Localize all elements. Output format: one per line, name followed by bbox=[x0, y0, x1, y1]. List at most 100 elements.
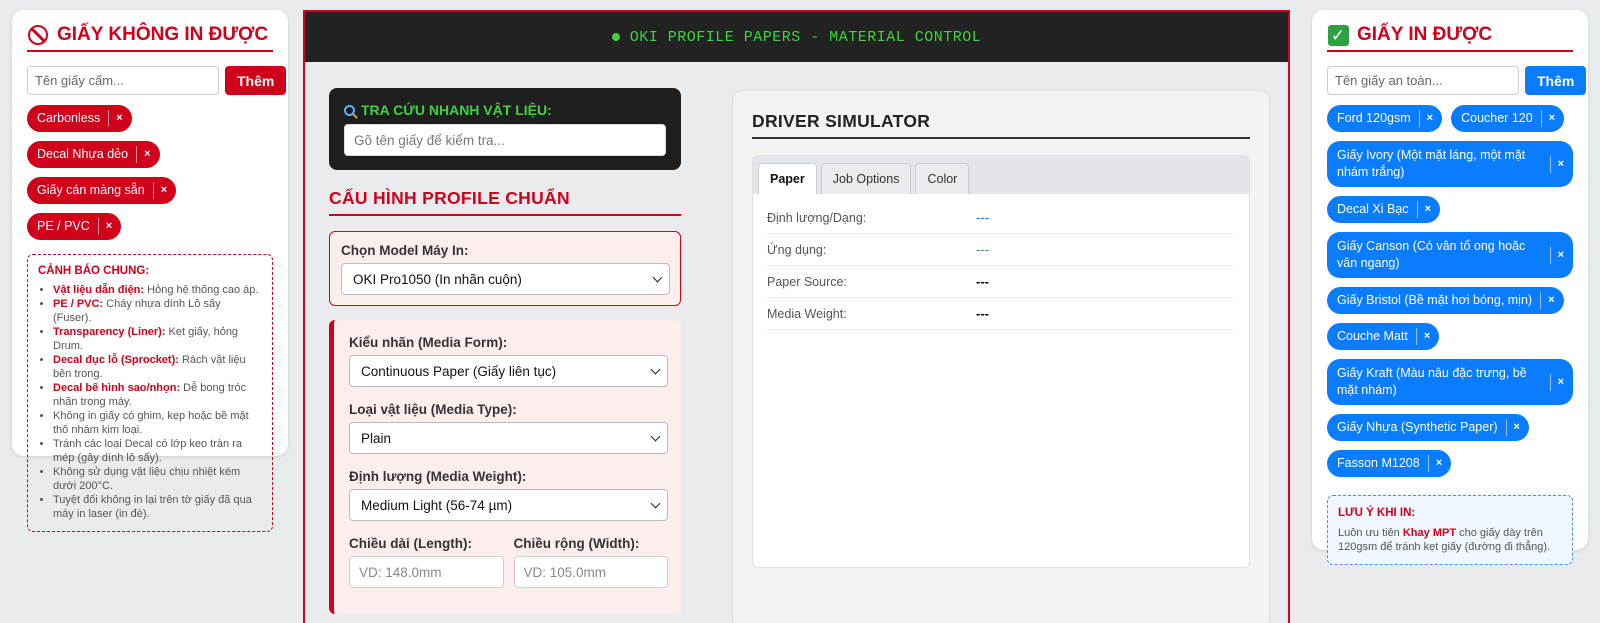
note-title: LƯU Ý KHI IN: bbox=[1338, 507, 1416, 519]
warning-list: Vật liệu dẫn điện: Hỏng hệ thống cao áp.… bbox=[38, 283, 262, 521]
allowed-papers-panel: ✓ GIẤY IN ĐƯỢC Thêm Ford 120gsm× Coucher… bbox=[1312, 10, 1588, 565]
chip-remove-icon[interactable]: × bbox=[97, 218, 112, 235]
warning-item: PE / PVC: Cháy nhựa dính Lô sấy (Fuser). bbox=[53, 297, 262, 325]
chevron-down-icon bbox=[650, 364, 661, 374]
chip-remove-icon[interactable]: × bbox=[152, 182, 167, 199]
warning-item: Tránh các loại Decal có lớp keo tràn ra … bbox=[53, 437, 262, 465]
chip-remove-icon[interactable]: × bbox=[1415, 328, 1430, 345]
row-value: --- bbox=[976, 306, 989, 321]
warning-item: Tuyệt đối không in lại trên tờ giấy đã q… bbox=[53, 493, 262, 521]
header-title: OKI PROFILE PAPERS - MATERIAL CONTROL bbox=[629, 28, 982, 46]
model-select[interactable]: OKI Pro1050 (In nhãn cuộn) bbox=[341, 263, 670, 295]
general-warning-box: CẢNH BÁO CHUNG: Vật liệu dẫn điện: Hỏng … bbox=[27, 254, 273, 532]
forbidden-chip: Giấy cán màng sẵn × bbox=[27, 177, 177, 204]
chip-remove-icon[interactable]: × bbox=[1540, 292, 1555, 309]
allowed-chip: Couche Matt × bbox=[1327, 323, 1440, 350]
warning-item: Không in giấy có ghim, kẹp hoặc bề mặt t… bbox=[53, 409, 262, 437]
allowed-paper-input[interactable] bbox=[1327, 66, 1519, 95]
prohibited-icon bbox=[27, 24, 49, 46]
chip-remove-icon[interactable]: × bbox=[1427, 455, 1442, 472]
chip-remove-icon[interactable]: × bbox=[1418, 110, 1433, 127]
allowed-chip-list: Ford 120gsm × Coucher 120 × Giấy Ivory (Mộ… bbox=[1327, 105, 1573, 477]
chip-remove-icon[interactable]: × bbox=[1416, 201, 1431, 218]
row-key: Định lượng/Dạng: bbox=[767, 210, 867, 225]
media-form-label: Kiểu nhãn (Media Form): bbox=[349, 335, 508, 350]
chip-remove-icon[interactable]: × bbox=[136, 146, 151, 163]
row-key: Paper Source: bbox=[767, 274, 847, 289]
printer-model-box: Chọn Model Máy In: OKI Pro1050 (In nhãn … bbox=[329, 231, 681, 306]
width-group: Chiều rộng (Width): bbox=[513, 536, 668, 588]
warning-item: Transparency (Liner): Kẹt giấy, hỏng Dru… bbox=[53, 325, 262, 353]
allowed-chip: Decal Xi Bạc × bbox=[1327, 196, 1440, 223]
allowed-add-button[interactable]: Thêm bbox=[1525, 66, 1587, 95]
media-weight-group: Định lượng (Media Weight): Medium Light … bbox=[349, 469, 668, 521]
model-label: Chọn Model Máy In: bbox=[341, 243, 469, 258]
width-input[interactable] bbox=[513, 556, 668, 588]
row-value: --- bbox=[976, 274, 989, 289]
length-input[interactable] bbox=[349, 556, 504, 588]
chevron-down-icon bbox=[650, 431, 661, 441]
tab-color[interactable]: Color bbox=[915, 163, 970, 194]
allowed-chip: Giấy Ivory (Một mặt láng, một mặt nhám t… bbox=[1327, 141, 1573, 187]
media-weight-select[interactable]: Medium Light (56-74 µm) bbox=[349, 489, 668, 521]
status-dot-icon bbox=[611, 33, 620, 41]
media-type-select[interactable]: Plain bbox=[349, 422, 668, 454]
quick-search-label: TRA CỨU NHANH VẬT LIỆU: bbox=[344, 102, 666, 118]
allowed-chip: Giấy Canson (Có vân tổ ong hoặc vân ngan… bbox=[1327, 232, 1573, 278]
driver-row: Paper Source: --- bbox=[767, 266, 1235, 298]
media-type-group: Loại vật liệu (Media Type): Plain bbox=[349, 402, 668, 454]
chip-remove-icon[interactable]: × bbox=[1549, 155, 1564, 173]
width-label: Chiều rộng (Width): bbox=[513, 536, 640, 551]
forbidden-add-row: Thêm bbox=[27, 66, 287, 95]
chevron-down-icon bbox=[652, 272, 663, 282]
quick-search-input[interactable] bbox=[344, 124, 666, 156]
row-key: Media Weight: bbox=[767, 306, 847, 321]
chevron-down-icon bbox=[650, 498, 661, 508]
chip-remove-icon[interactable]: × bbox=[108, 110, 123, 127]
chip-remove-icon[interactable]: × bbox=[1549, 373, 1564, 391]
driver-simulator-title: DRIVER SIMULATOR bbox=[752, 111, 1250, 139]
row-key: Ứng dụng: bbox=[767, 242, 827, 257]
allowed-chip: Giấy Bristol (Bề mặt hơi bóng, mịn) × bbox=[1327, 287, 1564, 314]
warning-item: Không sử dụng vật liệu chịu nhiệt kém dư… bbox=[53, 465, 262, 493]
forbidden-papers-panel: GIẤY KHÔNG IN ĐƯỢC Thêm Carbonless× Deca… bbox=[12, 10, 288, 532]
row-value: --- bbox=[976, 210, 989, 225]
chip-remove-icon[interactable]: × bbox=[1540, 110, 1555, 127]
profile-column: TRA CỨU NHANH VẬT LIỆU: CẤU HÌNH PROFILE… bbox=[329, 88, 681, 614]
forbidden-paper-input[interactable] bbox=[27, 66, 219, 95]
media-form-select[interactable]: Continuous Paper (Giấy liên tục) bbox=[349, 355, 668, 387]
chip-remove-icon[interactable]: × bbox=[1549, 246, 1564, 264]
driver-row: Định lượng/Dạng: --- bbox=[767, 202, 1235, 234]
media-form-group: Kiểu nhãn (Media Form): Continuous Paper… bbox=[349, 335, 668, 387]
warning-item: Vật liệu dẫn điện: Hỏng hệ thống cao áp. bbox=[53, 283, 262, 297]
length-label: Chiều dài (Length): bbox=[349, 536, 472, 551]
allowed-chip: Coucher 120 × bbox=[1451, 105, 1565, 132]
driver-row: Ứng dụng: --- bbox=[767, 234, 1235, 266]
driver-rows: Định lượng/Dạng: --- Ứng dụng: --- Paper… bbox=[753, 194, 1249, 330]
media-weight-label: Định lượng (Media Weight): bbox=[349, 469, 527, 484]
row-value: --- bbox=[976, 242, 989, 257]
allowed-chip: Giấy Kraft (Màu nâu đặc trưng, bề mặt nh… bbox=[1327, 359, 1573, 405]
forbidden-chip-list: Carbonless × Decal Nhựa dẻo × Giấy cán màn… bbox=[27, 105, 273, 240]
dimension-row: Chiều dài (Length): Chiều rộng (Width): bbox=[349, 536, 668, 603]
print-note-box: LƯU Ý KHI IN: Luôn ưu tiên Khay MPT cho … bbox=[1327, 495, 1573, 565]
length-group: Chiều dài (Length): bbox=[349, 536, 504, 588]
allowed-panel-title: ✓ GIẤY IN ĐƯỢC bbox=[1327, 24, 1573, 52]
tab-paper[interactable]: Paper bbox=[758, 163, 817, 194]
header-bar: OKI PROFILE PAPERS - MATERIAL CONTROL bbox=[305, 12, 1288, 62]
warning-item: Decal đục lỗ (Sprocket): Rách vật liệu b… bbox=[53, 353, 262, 381]
magnifier-icon bbox=[344, 104, 355, 116]
warning-item: Decal bế hình sao/nhọn: Dễ bong tróc nhã… bbox=[53, 381, 262, 409]
tab-job-options[interactable]: Job Options bbox=[820, 163, 912, 194]
main-workspace: OKI PROFILE PAPERS - MATERIAL CONTROL TR… bbox=[303, 10, 1290, 623]
chip-remove-icon[interactable]: × bbox=[1505, 419, 1520, 436]
check-icon: ✓ bbox=[1327, 24, 1349, 46]
note-text: Luôn ưu tiên Khay MPT cho giấy dày trên … bbox=[1338, 527, 1551, 553]
profile-section-title: CẤU HÌNH PROFILE CHUẨN bbox=[329, 188, 681, 216]
allowed-chip: Fasson M1208 × bbox=[1327, 450, 1452, 477]
media-settings-form: Kiểu nhãn (Media Form): Continuous Paper… bbox=[329, 320, 681, 614]
allowed-chip: Giấy Nhựa (Synthetic Paper) × bbox=[1327, 414, 1529, 441]
driver-row: Media Weight: --- bbox=[767, 298, 1235, 330]
forbidden-chip: Decal Nhựa dẻo × bbox=[27, 141, 160, 168]
forbidden-add-button[interactable]: Thêm bbox=[225, 66, 287, 95]
